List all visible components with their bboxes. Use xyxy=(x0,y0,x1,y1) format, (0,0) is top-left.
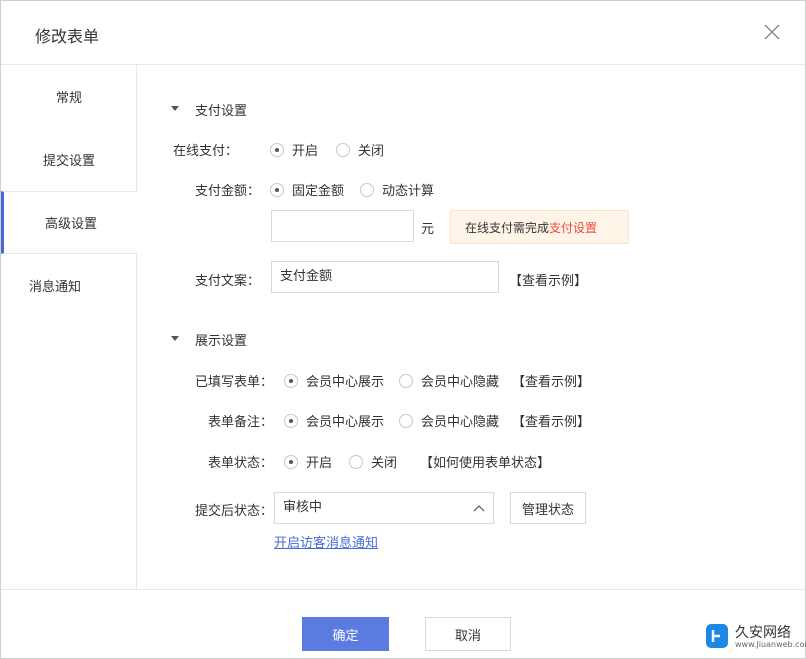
watermark-logo-icon xyxy=(706,624,728,648)
dialog-footer: 确定 取消 xyxy=(1,589,805,659)
visitor-notify-link[interactable]: 开启访客消息通知 xyxy=(274,532,378,551)
payment-section-title: 支付设置 xyxy=(195,104,248,119)
amount-dynamic-radio[interactable]: 动态计算 xyxy=(360,180,434,199)
payment-tip: 在线支付需完成 支付设置 xyxy=(450,210,629,244)
status-on-radio[interactable]: 开启 xyxy=(284,452,332,471)
watermark-site: www.Jiuanweb.com xyxy=(735,640,806,649)
payment-amount-label: 支付金额： xyxy=(195,184,261,199)
radio-label: 开启 xyxy=(292,144,319,159)
sidebar-item-label: 常规 xyxy=(55,91,82,106)
form-remark-label: 表单备注： xyxy=(208,415,274,430)
sidebar-item-submit-settings[interactable]: 提交设置 xyxy=(1,128,137,191)
chevron-up-icon xyxy=(473,505,485,512)
dialog-title: 修改表单 xyxy=(35,27,100,46)
radio-label: 会员中心展示 xyxy=(306,415,385,430)
radio-unchecked-icon xyxy=(399,373,413,388)
sidebar-item-label: 高级设置 xyxy=(44,217,97,232)
sidebar-item-label: 消息通知 xyxy=(29,280,82,295)
manage-status-button[interactable]: 管理状态 xyxy=(510,492,586,524)
payment-settings-link[interactable]: 支付设置 xyxy=(549,219,597,236)
confirm-button[interactable]: 确定 xyxy=(302,617,389,651)
edit-form-dialog: 修改表单 常规 提交设置 高级设置 消息通知 支付设置 在线支付： 开启 关闭 … xyxy=(0,0,806,659)
caret-down-icon[interactable] xyxy=(171,106,179,111)
filled-form-label: 已填写表单： xyxy=(195,375,274,390)
radio-checked-icon xyxy=(284,454,298,469)
radio-label: 动态计算 xyxy=(382,184,435,199)
radio-checked-icon xyxy=(270,142,284,157)
radio-label: 开启 xyxy=(306,456,333,471)
payment-amount-input[interactable] xyxy=(271,210,414,242)
radio-label: 会员中心隐藏 xyxy=(421,375,500,390)
settings-sidebar: 常规 提交设置 高级设置 消息通知 xyxy=(1,65,138,589)
amount-fixed-radio[interactable]: 固定金额 xyxy=(270,180,344,199)
radio-label: 会员中心隐藏 xyxy=(421,415,500,430)
radio-unchecked-icon xyxy=(399,413,413,428)
close-icon[interactable] xyxy=(761,21,783,43)
form-status-label: 表单状态： xyxy=(208,456,274,471)
display-section-title: 展示设置 xyxy=(195,334,248,349)
payment-copy-label: 支付文案： xyxy=(195,274,261,289)
filled-show-radio[interactable]: 会员中心展示 xyxy=(284,371,384,390)
filled-example-link[interactable]: 【查看示例】 xyxy=(512,371,590,390)
after-submit-status-select[interactable]: 审核中 xyxy=(274,492,494,524)
radio-checked-icon xyxy=(284,413,298,428)
online-payment-label: 在线支付： xyxy=(173,144,239,159)
radio-label: 关闭 xyxy=(358,144,385,159)
radio-unchecked-icon xyxy=(360,182,374,197)
radio-label: 固定金额 xyxy=(292,184,345,199)
sidebar-item-label: 提交设置 xyxy=(42,154,95,169)
remark-example-link[interactable]: 【查看示例】 xyxy=(512,411,590,430)
online-payment-on-radio[interactable]: 开启 xyxy=(270,140,318,159)
sidebar-item-general[interactable]: 常规 xyxy=(1,65,137,128)
radio-checked-icon xyxy=(270,182,284,197)
sidebar-item-advanced-settings[interactable]: 高级设置 xyxy=(1,191,138,254)
radio-label: 关闭 xyxy=(371,456,398,471)
payment-example-link[interactable]: 【查看示例】 xyxy=(509,270,587,289)
settings-content: 支付设置 在线支付： 开启 关闭 支付金额： 固定金额 动态计算 元 在线支付需… xyxy=(138,65,805,589)
tip-text: 在线支付需完成 xyxy=(465,220,550,235)
status-help-link[interactable]: 【如何使用表单状态】 xyxy=(420,452,550,471)
caret-down-icon[interactable] xyxy=(171,336,179,341)
payment-copy-input[interactable]: 支付金额 xyxy=(271,261,499,293)
after-submit-status-label: 提交后状态： xyxy=(195,504,274,519)
online-payment-off-radio[interactable]: 关闭 xyxy=(336,140,384,159)
dialog-header: 修改表单 xyxy=(1,1,805,65)
watermark-name: 久安网络 xyxy=(735,625,791,641)
select-value: 审核中 xyxy=(283,500,323,515)
radio-label: 会员中心展示 xyxy=(306,375,385,390)
watermark: 久安网络 www.Jiuanweb.com xyxy=(705,621,806,651)
radio-unchecked-icon xyxy=(349,454,363,469)
remark-show-radio[interactable]: 会员中心展示 xyxy=(284,411,384,430)
radio-unchecked-icon xyxy=(336,142,350,157)
sidebar-item-notifications[interactable]: 消息通知 xyxy=(1,254,137,317)
radio-checked-icon xyxy=(284,373,298,388)
filled-hide-radio[interactable]: 会员中心隐藏 xyxy=(399,371,499,390)
status-off-radio[interactable]: 关闭 xyxy=(349,452,397,471)
remark-hide-radio[interactable]: 会员中心隐藏 xyxy=(399,411,499,430)
amount-unit: 元 xyxy=(421,222,435,237)
cancel-button[interactable]: 取消 xyxy=(425,617,511,651)
